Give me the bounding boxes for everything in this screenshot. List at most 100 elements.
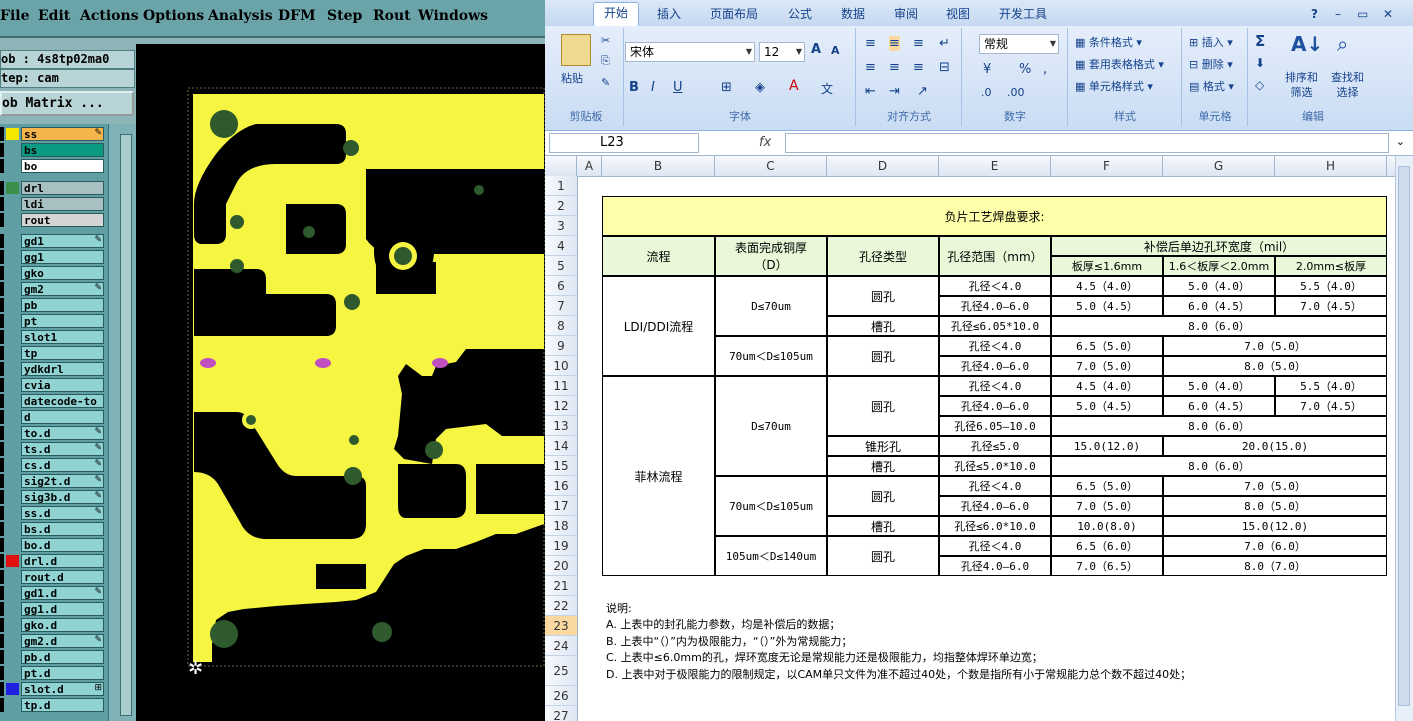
- menu-analysis[interactable]: Analysis: [208, 8, 273, 24]
- layer-indicator[interactable]: [0, 650, 4, 664]
- layer-name[interactable]: datecode-to: [21, 394, 104, 408]
- layer-row[interactable]: cs.d ✎: [0, 458, 106, 472]
- format-cells-button[interactable]: ▤ 格式 ▾: [1189, 78, 1234, 94]
- note-b[interactable]: B. 上表中“（）”内为极限能力，“（）”外为常规能力；: [606, 633, 852, 649]
- layer-row[interactable]: gg1: [0, 250, 106, 264]
- table-cell[interactable]: 孔径＜4.0: [939, 336, 1051, 356]
- menu-actions[interactable]: Actions: [80, 8, 139, 24]
- menu-windows[interactable]: Windows: [418, 8, 488, 24]
- menu-edit[interactable]: Edit: [38, 8, 70, 24]
- layer-indicator[interactable]: [0, 159, 4, 173]
- layer-color-swatch[interactable]: [6, 555, 19, 567]
- table-cell[interactable]: 孔径6.05—10.0: [939, 416, 1051, 436]
- header-process[interactable]: 流程: [602, 236, 715, 276]
- layer-name[interactable]: sig3b.d: [21, 490, 104, 504]
- table-cell[interactable]: 15.0(12.0): [1163, 516, 1387, 536]
- conditional-format-button[interactable]: ▦ 条件格式 ▾: [1075, 34, 1142, 50]
- scrollbar-thumb[interactable]: [120, 134, 132, 716]
- table-cell[interactable]: 孔径4.0—6.0: [939, 556, 1051, 576]
- layer-indicator[interactable]: [0, 602, 4, 616]
- clear-icon[interactable]: ◇: [1255, 78, 1264, 92]
- layer-row[interactable]: gm2.d ✎: [0, 634, 106, 648]
- comma-icon[interactable]: ,: [1043, 62, 1047, 77]
- row-header[interactable]: 22: [545, 596, 577, 616]
- layer-row[interactable]: ts.d ✎: [0, 442, 106, 456]
- header-hole-range[interactable]: 孔径范围（mm）: [939, 236, 1051, 276]
- row-header[interactable]: 6: [545, 276, 577, 296]
- job-matrix-button[interactable]: ob Matrix ...: [0, 91, 134, 116]
- layer-name[interactable]: bs: [21, 143, 104, 157]
- table-cell[interactable]: 孔径＜4.0: [939, 476, 1051, 496]
- hole-type-cell[interactable]: 锥形孔: [827, 436, 939, 456]
- hole-type-cell[interactable]: 圆孔: [827, 376, 939, 436]
- layer-indicator[interactable]: [0, 250, 4, 264]
- column-header[interactable]: D: [827, 156, 939, 176]
- row-header[interactable]: 2: [545, 196, 577, 216]
- layer-name[interactable]: cvia: [21, 378, 104, 392]
- scrollbar-thumb[interactable]: [1398, 166, 1410, 706]
- layer-name[interactable]: drl.d: [21, 554, 104, 568]
- layer-indicator[interactable]: [0, 394, 4, 408]
- tab-page-layout[interactable]: 页面布局: [710, 4, 758, 26]
- layer-indicator[interactable]: [0, 618, 4, 632]
- table-cell[interactable]: 6.0（4.5）: [1163, 296, 1275, 316]
- delete-cells-button[interactable]: ⊟ 删除 ▾: [1189, 56, 1233, 72]
- layer-indicator[interactable]: [0, 554, 4, 568]
- decrease-decimal-icon[interactable]: .00: [1007, 86, 1025, 99]
- row-header[interactable]: 15: [545, 456, 577, 476]
- row-header[interactable]: 7: [545, 296, 577, 316]
- sort-filter-icon[interactable]: A↓: [1291, 32, 1323, 56]
- layer-indicator[interactable]: [0, 234, 4, 248]
- layer-name[interactable]: gd1.d: [21, 586, 104, 600]
- layer-row[interactable]: gko.d: [0, 618, 106, 632]
- layer-indicator[interactable]: [0, 378, 4, 392]
- layer-indicator[interactable]: [0, 586, 4, 600]
- layer-row[interactable]: ss ✎: [0, 127, 106, 141]
- layer-indicator[interactable]: [0, 570, 4, 584]
- layer-name[interactable]: ts.d: [21, 442, 104, 456]
- layer-name[interactable]: gg1: [21, 250, 104, 264]
- layer-indicator[interactable]: [0, 442, 4, 456]
- layer-name[interactable]: pt.d: [21, 666, 104, 680]
- layer-color-swatch[interactable]: [6, 128, 19, 140]
- wrap-text-icon[interactable]: ↵: [939, 36, 950, 51]
- table-cell[interactable]: 7.0（5.0）: [1163, 336, 1387, 356]
- table-title[interactable]: 负片工艺焊盘要求:: [602, 196, 1387, 236]
- layer-name[interactable]: gg1.d: [21, 602, 104, 616]
- column-header[interactable]: A: [577, 156, 602, 176]
- layer-name[interactable]: rout.d: [21, 570, 104, 584]
- cell-styles-button[interactable]: ▦ 单元格样式 ▾: [1075, 78, 1153, 94]
- table-cell[interactable]: 孔径4.0—6.0: [939, 356, 1051, 376]
- increase-decimal-icon[interactable]: .0: [981, 86, 992, 99]
- sort-filter-button[interactable]: 排序和 筛选: [1285, 70, 1318, 100]
- table-cell[interactable]: 孔径4.0—6.0: [939, 396, 1051, 416]
- layer-name[interactable]: ydkdrl: [21, 362, 104, 376]
- row-header[interactable]: 20: [545, 556, 577, 576]
- table-cell[interactable]: 10.0(8.0): [1051, 516, 1163, 536]
- process-ldi[interactable]: LDI/DDI流程: [602, 276, 715, 376]
- copy-icon[interactable]: ⎘: [601, 54, 610, 68]
- layer-name[interactable]: ss: [21, 127, 104, 141]
- layer-name[interactable]: sig2t.d: [21, 474, 104, 488]
- orientation-icon[interactable]: ↗: [917, 84, 928, 99]
- align-middle-icon[interactable]: ≡: [889, 36, 900, 51]
- row-header[interactable]: 27: [545, 706, 577, 721]
- header-hole-type[interactable]: 孔径类型: [827, 236, 939, 276]
- layer-name[interactable]: tp.d: [21, 698, 104, 712]
- hole-type-cell[interactable]: 槽孔: [827, 316, 939, 336]
- menu-step[interactable]: Step: [327, 8, 362, 24]
- layer-indicator[interactable]: [0, 362, 4, 376]
- table-cell[interactable]: 7.0（5.0）: [1051, 496, 1163, 516]
- table-cell[interactable]: 4.5（4.0）: [1051, 276, 1163, 296]
- align-right-icon[interactable]: ≡: [913, 60, 924, 75]
- layer-name[interactable]: slot1: [21, 330, 104, 344]
- menu-options[interactable]: Options: [143, 8, 204, 24]
- layer-row[interactable]: tp.d: [0, 698, 106, 712]
- layer-indicator[interactable]: [0, 346, 4, 360]
- table-cell[interactable]: 孔径4.0—6.0: [939, 296, 1051, 316]
- column-header[interactable]: B: [602, 156, 715, 176]
- layer-name[interactable]: tp: [21, 346, 104, 360]
- header-thickness-3[interactable]: 2.0mm≤板厚: [1275, 256, 1387, 276]
- table-cell[interactable]: 8.0（6.0）: [1051, 456, 1387, 476]
- align-left-icon[interactable]: ≡: [865, 60, 876, 75]
